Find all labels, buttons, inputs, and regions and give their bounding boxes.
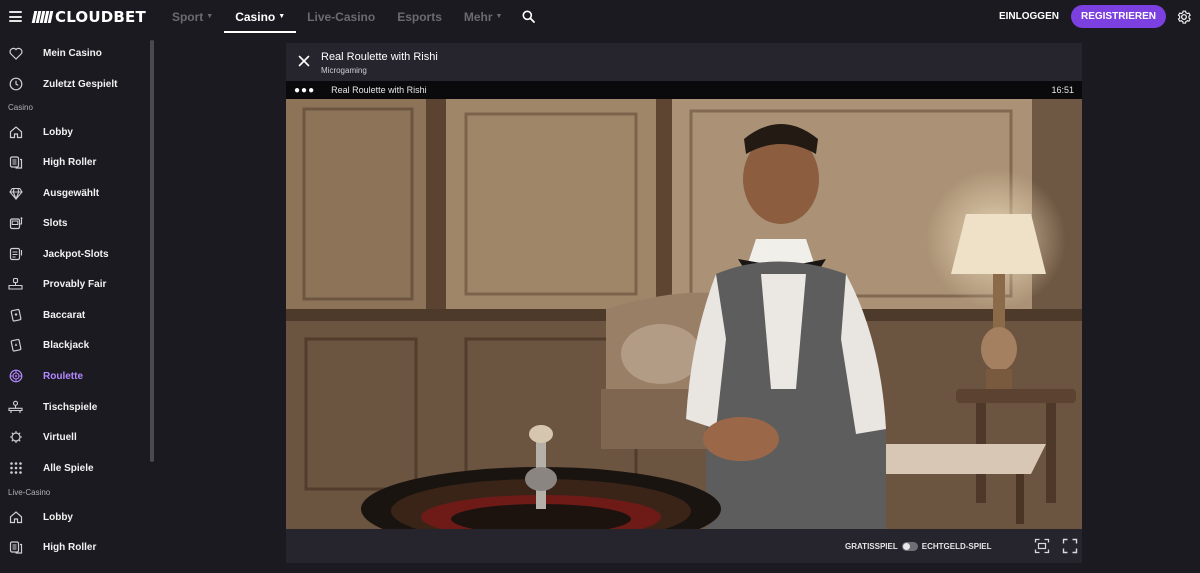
nav-live-casino[interactable]: Live-Casino [296, 0, 386, 33]
menu-icon[interactable] [9, 11, 22, 22]
chips-icon [8, 540, 23, 555]
scale-icon [8, 277, 23, 292]
nav-sport[interactable]: Sport ▼ [161, 0, 224, 33]
clock-icon [8, 77, 23, 92]
sidebar-item-baccarat[interactable]: Baccarat [0, 300, 145, 330]
sidebar-item-label: Blackjack [43, 339, 90, 351]
main-content: Real Roulette with Rishi Microgaming ●●●… [157, 33, 1200, 573]
table-games-icon [8, 400, 23, 415]
game-clock: 16:51 [1051, 85, 1074, 95]
sidebar-item-jackpot-slots[interactable]: Jackpot-Slots [0, 239, 145, 269]
sidebar-item-label: Virtuell [43, 431, 77, 443]
sidebar-item-label: Lobby [43, 126, 73, 138]
gear-icon[interactable] [1176, 9, 1192, 25]
section-casino: Casino [8, 103, 33, 112]
nav-more[interactable]: Mehr ▼ [453, 0, 514, 33]
heart-icon [8, 46, 23, 61]
main-nav: Sport ▼ Casino ▼ Live-Casino Esports Mehr ▼ [161, 0, 545, 33]
roulette-scene-image [286, 99, 1082, 529]
jackpot-icon [8, 247, 23, 262]
slot-machine-icon [8, 216, 23, 231]
nav-esports[interactable]: Esports [386, 0, 453, 33]
nav-casino-label: Casino [235, 9, 276, 24]
play-mode-toggle[interactable] [901, 541, 918, 551]
sidebar-item-label: Lobby [43, 511, 73, 523]
game-window: Real Roulette with Rishi Microgaming ●●●… [286, 43, 1082, 563]
logo-text: CLOUDBET [55, 7, 146, 26]
sidebar-item-label: Mein Casino [43, 47, 102, 59]
game-bar-title: Real Roulette with Rishi [331, 85, 427, 95]
real-money-label: ECHTGELD-SPIEL [921, 541, 992, 551]
chevron-down-icon: ▼ [495, 13, 503, 20]
sidebar-item-ausgewaehlt[interactable]: Ausgewählt [0, 178, 145, 208]
sidebar-item-lobby[interactable]: Lobby [0, 117, 145, 147]
game-footer: GRATISSPIEL ECHTGELD-SPIEL [286, 529, 1082, 563]
account-actions: EINLOGGEN REGISTRIEREN [999, 0, 1200, 33]
sidebar-item-slots[interactable]: Slots [0, 208, 145, 238]
nav-more-label: Mehr [463, 9, 493, 24]
search-icon[interactable] [513, 0, 544, 33]
sidebar-item-zuletzt-gespielt[interactable]: Zuletzt Gespielt [0, 69, 145, 99]
sidebar-item-label: High Roller [43, 156, 97, 168]
diamond-icon [8, 186, 23, 201]
home-icon [8, 125, 23, 140]
sidebar-item-label: Tischspiele [43, 401, 98, 413]
sidebar-item-label: Baccarat [43, 309, 86, 321]
register-button[interactable]: REGISTRIEREN [1070, 5, 1166, 28]
sidebar-item-virtuell[interactable]: Virtuell [0, 422, 145, 452]
sidebar-item-label: Alle Spiele [43, 462, 94, 474]
cloudbet-logo[interactable]: CLOUDBET [31, 0, 146, 33]
section-live-casino: Live-Casino [8, 488, 51, 497]
sidebar-item-label: Slots [43, 217, 68, 229]
sidebar-item-tischspiele[interactable]: Tischspiele [0, 392, 145, 422]
sidebar-item-live-high-roller[interactable]: High Roller [0, 532, 145, 562]
free-play-label: GRATISSPIEL [845, 541, 898, 551]
game-status-bar: ●●● Real Roulette with Rishi 16:51 [286, 81, 1082, 99]
game-header: Real Roulette with Rishi Microgaming [286, 43, 1082, 81]
sidebar-item-label: Zuletzt Gespielt [43, 78, 118, 90]
cards-icon [8, 308, 23, 323]
sidebar-item-label: High Roller [43, 541, 97, 553]
close-icon[interactable] [297, 54, 311, 68]
virtual-icon [8, 430, 23, 445]
grid-icon [8, 461, 23, 476]
nav-casino[interactable]: Casino ▼ [224, 0, 297, 33]
game-title: Real Roulette with Rishi [321, 51, 438, 63]
game-menu-dots-icon[interactable]: ●●● [294, 85, 315, 96]
sidebar: Mein Casino Zuletzt Gespielt Casino Lobb… [0, 33, 157, 573]
logo-mark-icon [31, 10, 54, 23]
sidebar-scrollbar[interactable] [150, 40, 154, 462]
chevron-down-icon: ▼ [278, 13, 286, 20]
top-navigation-bar: CLOUDBET Sport ▼ Casino ▼ Live-Casino Espo… [0, 0, 1200, 33]
sidebar-item-label: Roulette [43, 370, 83, 382]
sidebar-item-label: Provably Fair [43, 278, 107, 290]
game-provider: Microgaming [321, 66, 367, 75]
sidebar-item-provably-fair[interactable]: Provably Fair [0, 269, 145, 299]
sidebar-item-alle-spiele[interactable]: Alle Spiele [0, 453, 145, 483]
fullscreen-icon[interactable] [1062, 538, 1078, 554]
sidebar-item-high-roller[interactable]: High Roller [0, 147, 145, 177]
home-icon [8, 510, 23, 525]
cards-icon [8, 338, 23, 353]
sidebar-item-label: Jackpot-Slots [43, 248, 109, 260]
nav-sport-label: Sport [171, 9, 204, 24]
nav-esports-label: Esports [397, 9, 442, 24]
nav-live-casino-label: Live-Casino [307, 9, 376, 24]
sidebar-item-roulette[interactable]: Roulette [0, 361, 145, 391]
roulette-icon [8, 369, 23, 384]
live-dealer-video[interactable] [286, 99, 1082, 529]
chips-icon [8, 155, 23, 170]
sidebar-item-mein-casino[interactable]: Mein Casino [0, 38, 145, 68]
sidebar-item-live-lobby[interactable]: Lobby [0, 502, 145, 532]
sidebar-item-blackjack[interactable]: Blackjack [0, 330, 145, 360]
chevron-down-icon: ▼ [206, 13, 214, 20]
login-button[interactable]: EINLOGGEN [999, 11, 1059, 22]
sidebar-item-label: Ausgewählt [43, 187, 100, 199]
theater-mode-icon[interactable] [1034, 538, 1050, 554]
